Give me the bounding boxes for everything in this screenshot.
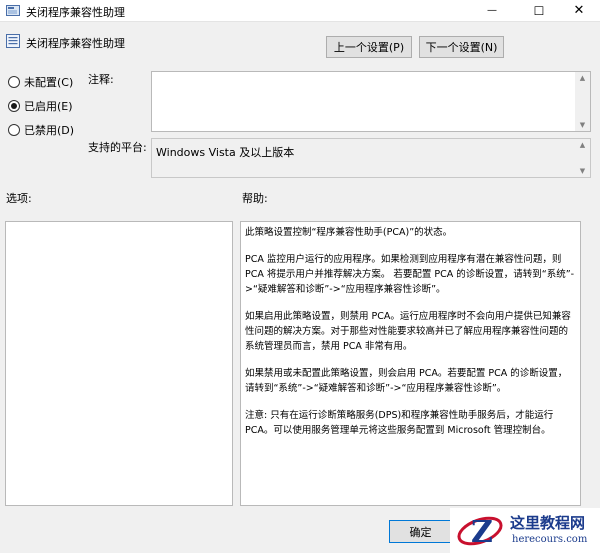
radio-not-configured-label: 未配置(C) (24, 76, 74, 89)
previous-setting-button[interactable]: 上一个设置(P) (326, 36, 412, 58)
maximize-button[interactable]: ☐ (518, 0, 560, 21)
options-pane (5, 221, 233, 506)
radio-not-configured-circle[interactable] (8, 76, 20, 88)
scroll-up-icon[interactable]: ▲ (575, 73, 590, 83)
platform-label: 支持的平台: (88, 141, 147, 154)
radio-not-configured[interactable]: 未配置(C) (8, 74, 73, 90)
policy-title: 关闭程序兼容性助理 (26, 37, 125, 50)
watermark-logo-icon: Z (457, 515, 503, 550)
scroll-down-icon[interactable]: ▼ (575, 166, 590, 176)
watermark-title: 这里教程网 (510, 514, 586, 532)
help-paragraph: 注意: 只有在运行诊断策略服务(DPS)和程序兼容性助手服务后，才能运行 PCA… (245, 410, 554, 436)
next-setting-button[interactable]: 下一个设置(N) (419, 36, 504, 58)
window-title: 关闭程序兼容性助理 (26, 6, 125, 19)
radio-enabled-label: 已启用(E) (24, 100, 73, 113)
help-paragraph: 此策略设置控制“程序兼容性助手(PCA)”的状态。 (245, 227, 453, 238)
help-paragraph: 如果禁用或未配置此策略设置，则会启用 PCA。若要配置 PCA 的诊断设置，请转… (245, 368, 568, 394)
platform-value: Windows Vista 及以上版本 (156, 146, 295, 159)
help-pane: 此策略设置控制“程序兼容性助手(PCA)”的状态。 PCA 监控用户运行的应用程… (240, 221, 581, 506)
options-label: 选项: (6, 192, 32, 205)
minimize-button[interactable]: — (471, 0, 513, 21)
platform-scrollbar[interactable]: ▲ ▼ (575, 139, 590, 177)
maximize-icon: ☐ (533, 3, 545, 18)
close-icon: ✕ (573, 3, 585, 18)
comment-textarea[interactable]: ▲ ▼ (151, 71, 591, 132)
scroll-down-icon[interactable]: ▼ (575, 120, 590, 130)
help-paragraph: 如果启用此策略设置，则禁用 PCA。运行应用程序时不会向用户提供已知兼容性问题的… (245, 311, 571, 352)
radio-disabled[interactable]: 已禁用(D) (8, 122, 74, 138)
watermark-url: herecours.com (512, 534, 588, 545)
scroll-up-icon[interactable]: ▲ (575, 140, 590, 150)
radio-disabled-label: 已禁用(D) (24, 124, 75, 137)
radio-disabled-circle[interactable] (8, 124, 20, 136)
policy-window-icon (6, 5, 20, 16)
svg-text:Z: Z (471, 515, 493, 550)
policy-setting-icon (6, 34, 20, 48)
comment-label: 注释: (88, 73, 114, 86)
comment-scrollbar[interactable]: ▲ ▼ (575, 72, 590, 131)
ok-button[interactable]: 确定 (389, 520, 452, 543)
platform-box: Windows Vista 及以上版本 ▲ ▼ (151, 138, 591, 178)
help-label: 帮助: (242, 192, 268, 205)
radio-enabled[interactable]: 已启用(E) (8, 98, 73, 114)
minimize-icon: — (487, 5, 497, 16)
radio-enabled-circle[interactable] (8, 100, 20, 112)
close-button[interactable]: ✕ (558, 0, 600, 21)
help-paragraph: PCA 监控用户运行的应用程序。如果检测到应用程序有潜在兼容性问题，则 PCA … (245, 254, 575, 295)
